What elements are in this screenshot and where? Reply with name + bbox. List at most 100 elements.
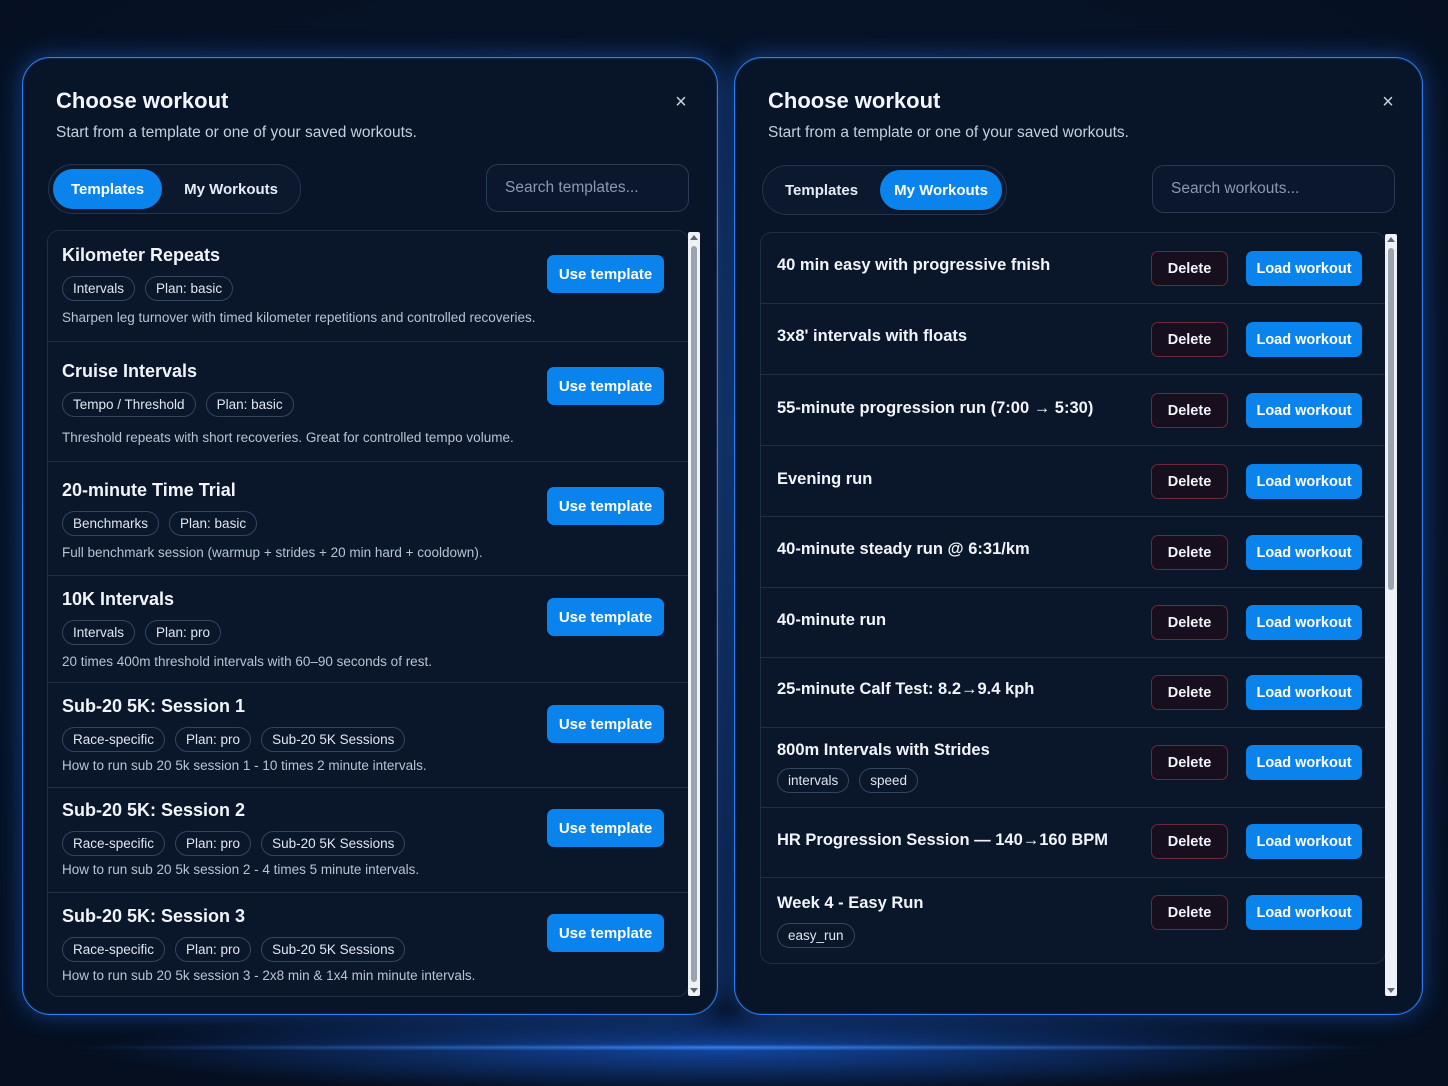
scroll-down-arrow-icon[interactable] — [1387, 988, 1395, 993]
workout-row: 800m Intervals with Strides intervals sp… — [761, 728, 1385, 808]
scroll-thumb[interactable] — [691, 246, 697, 982]
tag-chip: Plan: pro — [175, 937, 252, 962]
workout-title: HR Progression Session — 140→160 BPM — [777, 831, 1109, 849]
workout-row: 40-minute run Delete Load workout — [761, 588, 1385, 658]
dialog-subtitle: Start from a template or one of your sav… — [56, 124, 417, 141]
template-card: Kilometer Repeats Intervals Plan: basic … — [48, 231, 688, 342]
template-description: How to run sub 20 5k session 1 - 10 time… — [62, 758, 427, 773]
load-workout-button[interactable]: Load workout — [1246, 535, 1362, 570]
scroll-thumb[interactable] — [1388, 248, 1394, 590]
tag-chip: Plan: pro — [175, 831, 252, 856]
workout-title: Evening run — [777, 470, 873, 488]
delete-button[interactable]: Delete — [1151, 675, 1228, 710]
delete-button[interactable]: Delete — [1151, 824, 1228, 859]
dialog-title: Choose workout — [56, 88, 229, 113]
workout-list: 40 min easy with progressive fnish Delet… — [760, 232, 1386, 964]
workout-row: HR Progression Session — 140→160 BPM Del… — [761, 808, 1385, 878]
workout-title: 3x8' intervals with floats — [777, 327, 968, 345]
choose-workout-dialog-templates: Choose workout Start from a template or … — [22, 57, 718, 1015]
tab-templates[interactable]: Templates — [767, 170, 876, 210]
delete-button[interactable]: Delete — [1151, 895, 1228, 930]
template-list: Kilometer Repeats Intervals Plan: basic … — [47, 230, 689, 997]
tag-chip: intervals — [777, 768, 850, 793]
template-description: How to run sub 20 5k session 2 - 4 times… — [62, 862, 420, 877]
search-input[interactable] — [505, 179, 670, 197]
workout-title: Week 4 - Easy Run — [777, 894, 924, 912]
tab-my-workouts[interactable]: My Workouts — [880, 170, 1002, 210]
close-icon[interactable]: × — [1378, 92, 1398, 112]
search-field[interactable] — [1152, 165, 1395, 213]
use-template-button[interactable]: Use template — [547, 914, 664, 952]
close-icon[interactable]: × — [671, 92, 691, 112]
tag-chip: Plan: pro — [175, 727, 252, 752]
load-workout-button[interactable]: Load workout — [1246, 393, 1362, 428]
delete-button[interactable]: Delete — [1151, 322, 1228, 357]
use-template-button[interactable]: Use template — [547, 255, 664, 293]
search-input[interactable] — [1171, 180, 1376, 198]
tab-my-workouts[interactable]: My Workouts — [166, 169, 296, 209]
tag-chip: Tempo / Threshold — [62, 392, 196, 417]
list-scrollbar[interactable] — [688, 232, 700, 996]
bottom-glow — [60, 1046, 1388, 1049]
tag-chip: Race-specific — [62, 727, 166, 752]
workout-title: 40-minute steady run @ 6:31/km — [777, 540, 1030, 558]
tag-chip: Benchmarks — [62, 511, 160, 536]
workout-title: 800m Intervals with Strides — [777, 741, 990, 759]
tag-chip: Intervals — [62, 276, 136, 301]
use-template-button[interactable]: Use template — [547, 705, 664, 743]
delete-button[interactable]: Delete — [1151, 745, 1228, 780]
delete-button[interactable]: Delete — [1151, 535, 1228, 570]
tag-chip: Sub-20 5K Sessions — [261, 831, 406, 856]
workout-title: 25-minute Calf Test: 8.2→9.4 kph — [777, 680, 1035, 698]
load-workout-button[interactable]: Load workout — [1246, 745, 1362, 780]
load-workout-button[interactable]: Load workout — [1246, 322, 1362, 357]
use-template-button[interactable]: Use template — [547, 367, 664, 405]
tag-chip: Plan: pro — [145, 620, 222, 645]
template-card: 10K Intervals Intervals Plan: pro 20 tim… — [48, 576, 688, 683]
tab-templates[interactable]: Templates — [53, 169, 163, 209]
tag-chip: easy_run — [777, 923, 855, 948]
template-description: Full benchmark session (warmup + strides… — [62, 545, 483, 560]
tab-switcher: Templates My Workouts — [762, 165, 1007, 215]
workout-row: Week 4 - Easy Run easy_run Delete Load w… — [761, 878, 1385, 963]
load-workout-button[interactable]: Load workout — [1246, 605, 1362, 640]
load-workout-button[interactable]: Load workout — [1246, 251, 1362, 286]
workout-row: 3x8' intervals with floats Delete Load w… — [761, 304, 1385, 375]
load-workout-button[interactable]: Load workout — [1246, 895, 1362, 930]
scroll-up-arrow-icon[interactable] — [1387, 237, 1395, 242]
tag-chip: Sub-20 5K Sessions — [261, 937, 406, 962]
tag-chip: Plan: basic — [205, 392, 294, 417]
tag-chip: Plan: basic — [169, 511, 258, 536]
load-workout-button[interactable]: Load workout — [1246, 464, 1362, 499]
workout-title: 40-minute run — [777, 611, 887, 629]
tag-chip: Intervals — [62, 620, 136, 645]
template-description: Sharpen leg turnover with timed kilomete… — [62, 310, 536, 325]
tag-chip: Sub-20 5K Sessions — [261, 727, 406, 752]
workout-row: Evening run Delete Load workout — [761, 446, 1385, 517]
delete-button[interactable]: Delete — [1151, 464, 1228, 499]
use-template-button[interactable]: Use template — [547, 598, 664, 636]
workout-row: 40-minute steady run @ 6:31/km Delete Lo… — [761, 517, 1385, 588]
search-field[interactable] — [486, 164, 689, 212]
template-card: Cruise Intervals Tempo / Threshold Plan:… — [48, 342, 688, 462]
workout-title: 40 min easy with progressive fnish — [777, 256, 1051, 274]
delete-button[interactable]: Delete — [1151, 393, 1228, 428]
template-card: Sub-20 5K: Session 1 Race-specific Plan:… — [48, 683, 688, 788]
list-scrollbar[interactable] — [1385, 234, 1397, 996]
use-template-button[interactable]: Use template — [547, 487, 664, 525]
workout-title: 55-minute progression run (7:00 → 5:30) — [777, 399, 1094, 417]
workout-row: 25-minute Calf Test: 8.2→9.4 kph Delete … — [761, 658, 1385, 728]
template-description: 20 times 400m threshold intervals with 6… — [62, 654, 432, 669]
use-template-button[interactable]: Use template — [547, 809, 664, 847]
choose-workout-dialog-my-workouts: Choose workout Start from a template or … — [734, 57, 1423, 1015]
delete-button[interactable]: Delete — [1151, 251, 1228, 286]
scroll-up-arrow-icon[interactable] — [690, 235, 698, 240]
load-workout-button[interactable]: Load workout — [1246, 675, 1362, 710]
load-workout-button[interactable]: Load workout — [1246, 824, 1362, 859]
template-card: Sub-20 5K: Session 3 Race-specific Plan:… — [48, 893, 688, 996]
tag-chip: Race-specific — [62, 937, 166, 962]
delete-button[interactable]: Delete — [1151, 605, 1228, 640]
scroll-down-arrow-icon[interactable] — [690, 988, 698, 993]
tag-chip: speed — [859, 768, 919, 793]
template-card: Sub-20 5K: Session 2 Race-specific Plan:… — [48, 788, 688, 893]
